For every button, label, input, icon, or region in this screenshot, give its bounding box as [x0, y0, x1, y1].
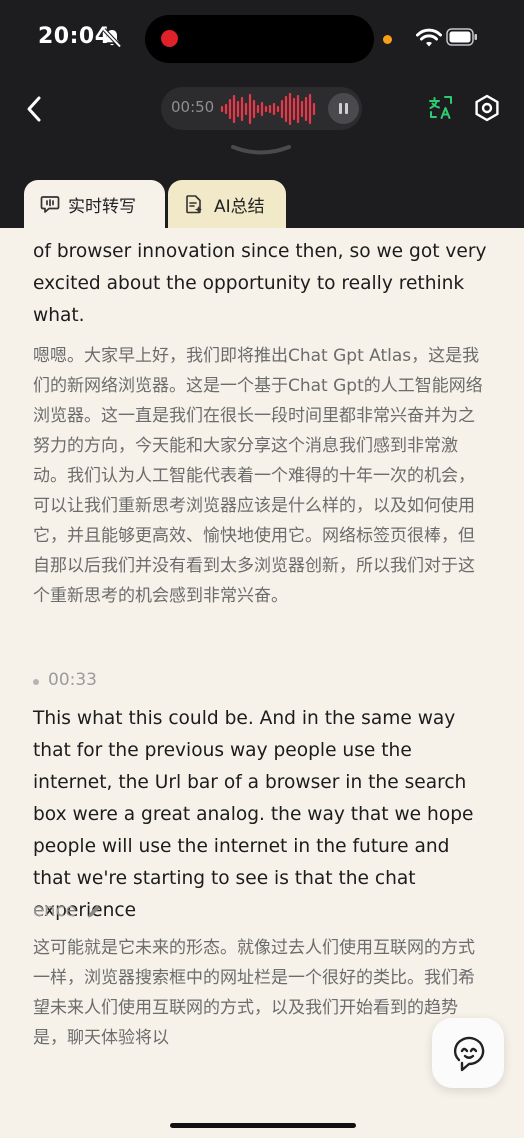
collapse-handle-icon[interactable]: [230, 144, 292, 158]
battery-icon: [446, 28, 477, 46]
transcript-icon: [40, 196, 60, 213]
wifi-icon: [416, 28, 442, 47]
transcript-chinese-paragraph: 这可能就是它未来的形态。就像过去人们使用互联网的方式一样，浏览器搜索框中的网址栏…: [33, 938, 475, 1048]
transcript-content[interactable]: of browser innovation since then, so we …: [0, 228, 524, 1138]
tab-live-transcript[interactable]: 实时转写: [24, 180, 165, 228]
pause-icon: [339, 103, 342, 114]
tab-ai-summary[interactable]: AI总结: [168, 180, 286, 228]
tab-label: AI总结: [214, 197, 265, 217]
status-time: 20:04: [38, 24, 111, 49]
top-bar: 20:04 00:50 实时转写 AI总结: [0, 0, 524, 228]
transcript-english-paragraph: of browser innovation since then, so we …: [33, 241, 487, 326]
waveform-icon: [220, 92, 316, 126]
privacy-indicator: [383, 35, 392, 44]
timestamp-dot: [33, 679, 39, 685]
home-indicator[interactable]: [170, 1123, 356, 1128]
tab-label: 实时转写: [68, 197, 136, 217]
recording-time: 00:50: [171, 98, 215, 116]
assistant-icon: [453, 1036, 485, 1072]
pause-button[interactable]: [328, 93, 359, 124]
transcript-english-paragraph: This what this could be. And in the same…: [33, 708, 474, 921]
transcript-chinese-paragraph: 嗯嗯。大家早上好，我们即将推出Chat Gpt Atlas，这是我们的新网络浏览…: [33, 346, 483, 606]
dynamic-island: [145, 15, 374, 63]
settings-icon[interactable]: [473, 94, 501, 122]
ai-summary-icon: [186, 195, 202, 214]
timestamp-text: 00:33: [48, 670, 97, 690]
back-arrow-icon[interactable]: [24, 95, 44, 123]
recording-indicator-icon: [161, 30, 178, 47]
assistant-button[interactable]: [432, 1018, 504, 1088]
transcript-partial-text: ence: [33, 900, 77, 921]
translate-icon[interactable]: [428, 95, 454, 121]
mute-icon: [102, 28, 122, 48]
edit-pencil-icon[interactable]: [86, 903, 102, 921]
